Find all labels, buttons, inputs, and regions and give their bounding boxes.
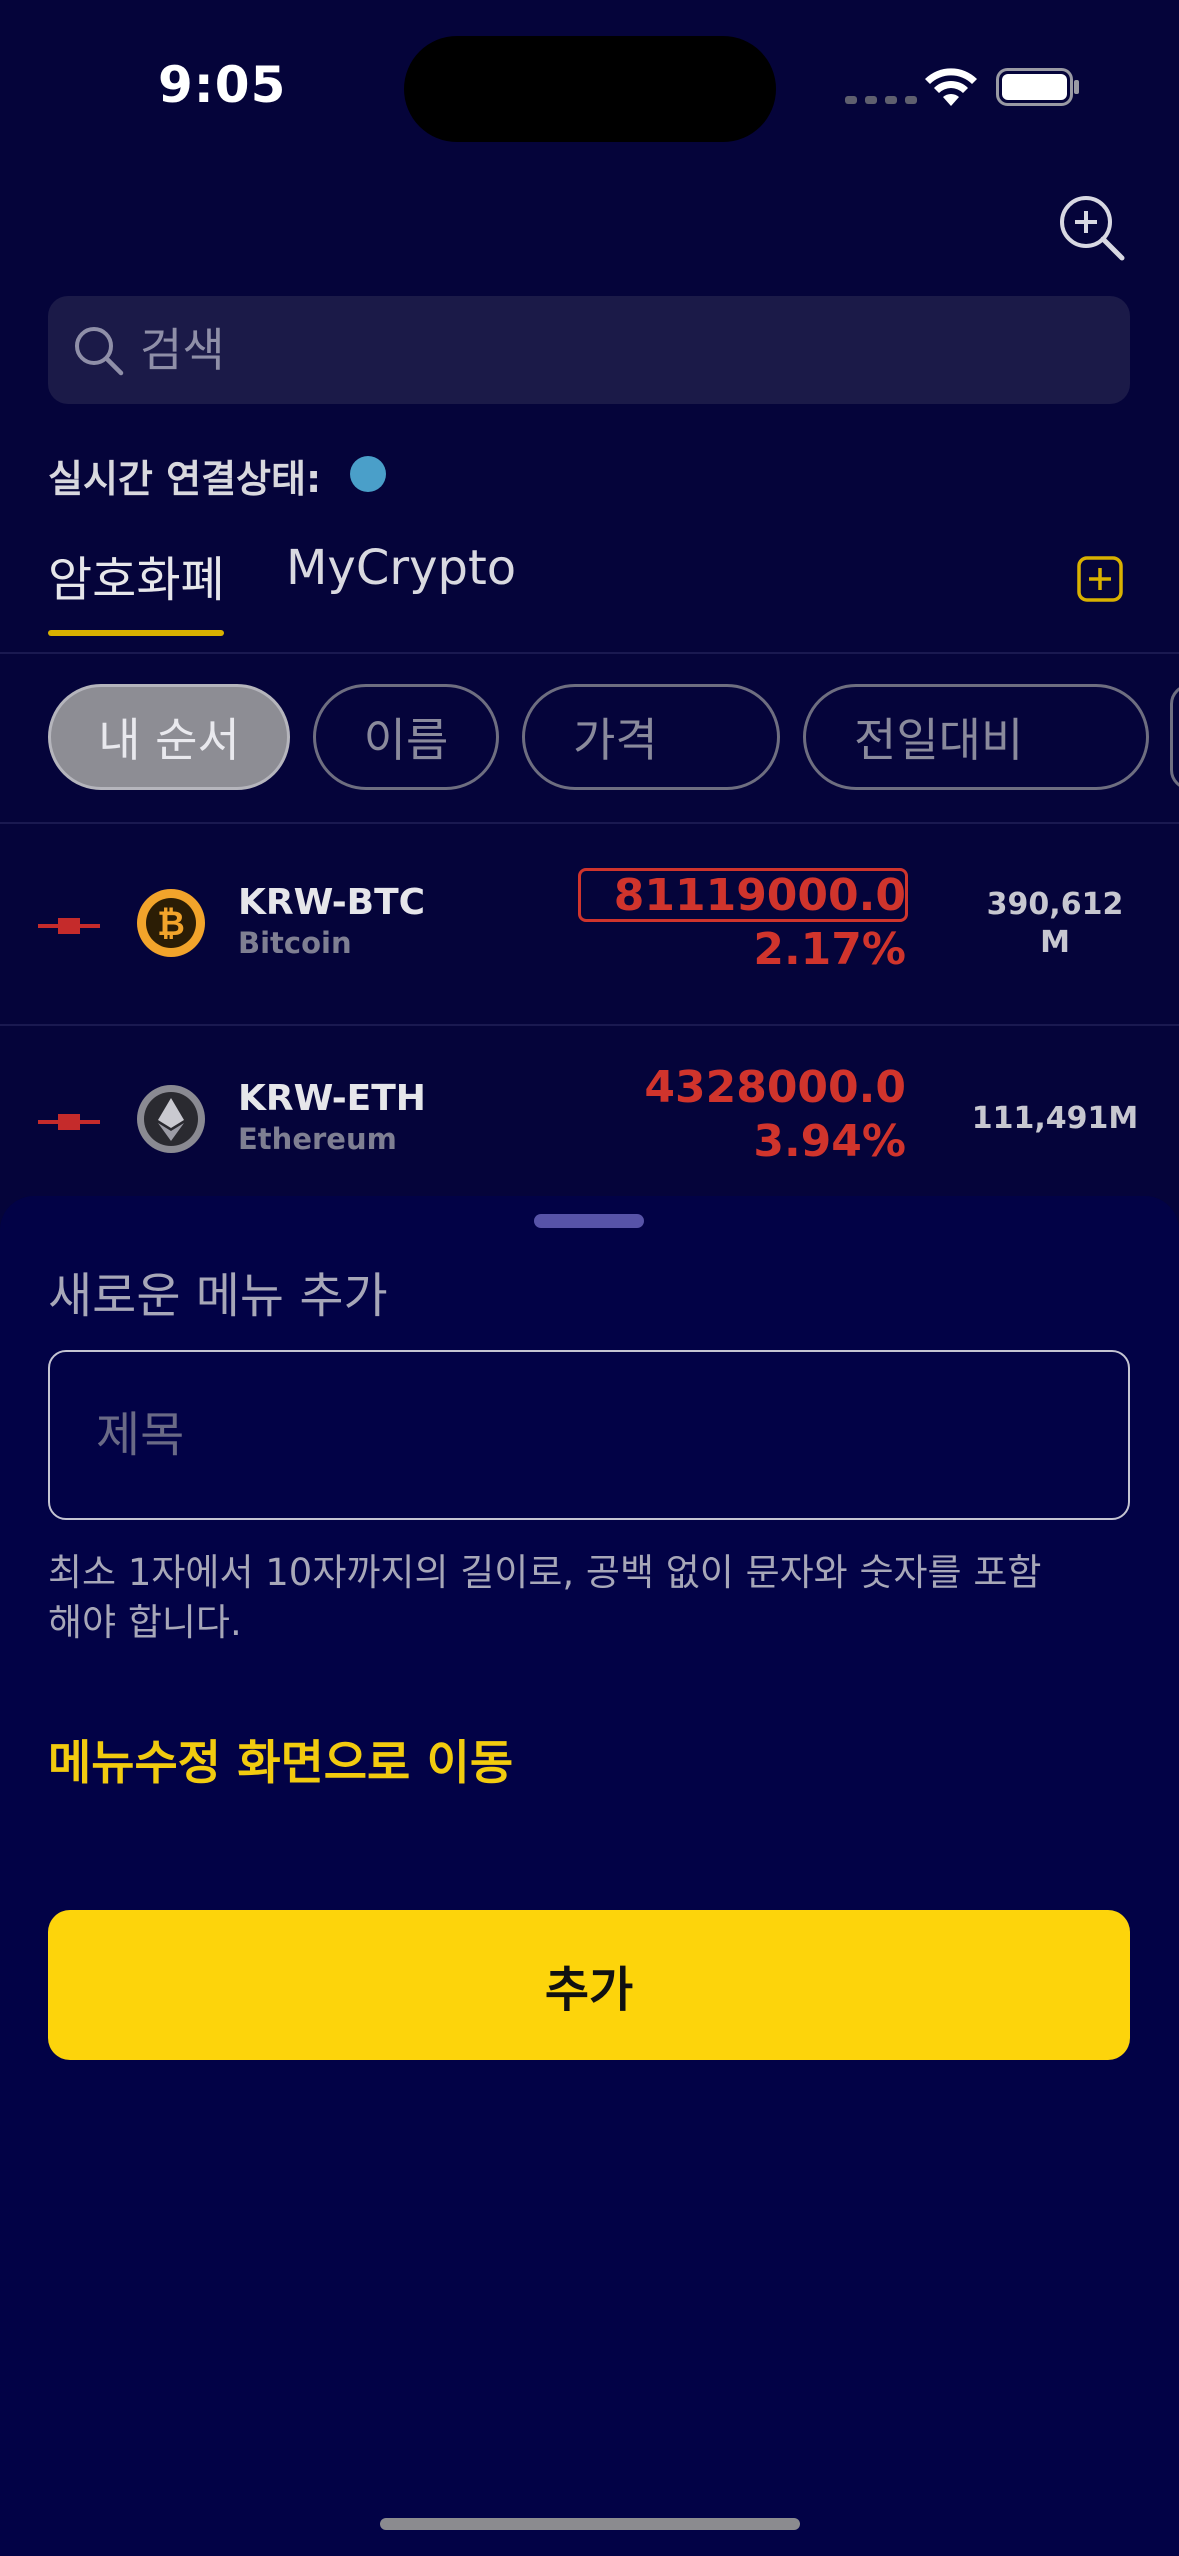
coin-change: 2.17% [753, 924, 906, 975]
coin-symbol: KRW-ETH [238, 1078, 426, 1119]
dynamic-island [404, 36, 776, 142]
sort-chip-change[interactable]: 전일대비 [803, 684, 1149, 790]
wifi-icon [925, 68, 977, 106]
coin-change: 3.94% [753, 1116, 906, 1167]
ethereum-logo-icon [137, 1085, 205, 1153]
coin-volume: 390,612 M [986, 887, 1124, 960]
tab-crypto[interactable]: 암호화폐 [48, 540, 225, 610]
search-icon [75, 327, 124, 376]
input-hint: 최소 1자에서 10자까지의 길이로, 공백 없이 문자와 숫자를 포함해야 합… [48, 1551, 1042, 1644]
coin-name: Bitcoin [238, 926, 352, 960]
sort-chip-my-order[interactable]: 내 순서 [48, 684, 290, 790]
search-bar[interactable] [48, 296, 1130, 404]
connection-status-indicator [350, 456, 386, 492]
coin-price: 4328000.0 [644, 1062, 906, 1113]
sheet-title: 새로운 메뉴 추가 [48, 1268, 388, 1324]
coin-price: 81119000.0 [613, 870, 906, 921]
add-button[interactable]: 추가 [48, 1910, 1130, 2060]
sort-chip-more[interactable] [1170, 684, 1179, 790]
bitcoin-logo-icon: ₿ [137, 889, 205, 957]
candle-icon [38, 1114, 100, 1130]
connection-status-label: 실시간 연결상태: [48, 457, 322, 501]
home-indicator[interactable] [380, 2518, 800, 2530]
svg-text:₿: ₿ [157, 904, 185, 944]
add-menu-sheet: 새로운 메뉴 추가 최소 1자에서 10자까지의 길이로, 공백 없이 문자와 … [0, 1196, 1179, 2556]
coin-symbol: KRW-BTC [238, 882, 426, 923]
sort-chip-price[interactable]: 가격 [522, 684, 780, 790]
candle-icon [38, 918, 100, 934]
coin-row-eth[interactable]: KRW-ETH Ethereum 4328000.0 3.94% 111,491… [0, 1026, 1179, 1222]
cellular-signal-icon [845, 96, 917, 104]
status-time: 9:05 [158, 56, 287, 114]
coin-row-btc[interactable]: ₿ KRW-BTC Bitcoin 81119000.0 2.17% 390,6… [0, 826, 1179, 1022]
divider [0, 652, 1179, 654]
battery-icon [996, 68, 1079, 106]
menu-title-input[interactable] [48, 1350, 1130, 1520]
zoom-in-icon[interactable] [1058, 194, 1126, 262]
divider [0, 822, 1179, 824]
sheet-grabber[interactable] [534, 1214, 644, 1228]
coin-volume: 111,491M [971, 1101, 1139, 1136]
tab-mycrypto[interactable]: MyCrypto [286, 540, 516, 596]
add-tab-icon[interactable] [1077, 556, 1123, 602]
coin-name: Ethereum [238, 1122, 397, 1156]
active-tab-indicator [48, 630, 224, 636]
search-input[interactable] [138, 322, 1042, 378]
edit-menu-link[interactable]: 메뉴수정 화면으로 이동 [48, 1724, 513, 1793]
sort-chip-name[interactable]: 이름 [313, 684, 499, 790]
screen: 9:05 실시간 연결상태: 암호화폐 MyCrypto 내 순서 [0, 0, 1179, 2556]
